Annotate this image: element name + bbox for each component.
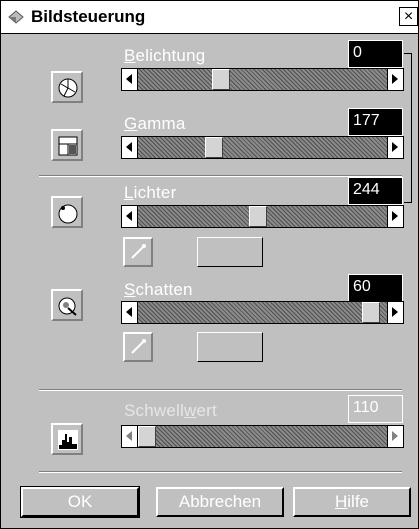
slider-left-arrow[interactable]	[122, 137, 138, 158]
cancel-button[interactable]: Abbrechen	[156, 487, 284, 517]
slider-left-arrow[interactable]	[122, 302, 138, 323]
close-button[interactable]: ×	[399, 7, 418, 26]
slider-right-arrow[interactable]	[387, 206, 403, 227]
slider-left-arrow[interactable]	[122, 426, 138, 447]
app-icon	[8, 10, 24, 24]
threshold-icon	[51, 423, 83, 455]
threshold-value-field[interactable]: 110	[348, 395, 403, 423]
threshold-label: Schwellwert	[124, 401, 217, 420]
highlight-icon	[51, 196, 83, 228]
separator	[39, 471, 402, 473]
image-control-dialog: Bildsteuerung × Belichtung 0 Gamma 177 L…	[0, 0, 419, 529]
help-button[interactable]: Hilfe	[293, 487, 411, 517]
window-title: Bildsteuerung	[31, 7, 146, 26]
exposure-label: Belichtung	[124, 46, 206, 65]
shadows-value-field[interactable]: 60	[348, 274, 403, 302]
highlights-value-field[interactable]: 244	[348, 177, 403, 205]
slider-thumb[interactable]	[211, 69, 230, 90]
exposure-icon	[51, 71, 83, 103]
gamma-icon	[51, 129, 83, 161]
gamma-slider[interactable]	[121, 136, 404, 159]
slider-right-arrow[interactable]	[387, 69, 403, 90]
slider-left-arrow[interactable]	[122, 69, 138, 90]
highlights-label: Lichter	[124, 183, 177, 202]
eyedropper-icon	[131, 339, 146, 354]
shadows-label: Schatten	[124, 280, 193, 299]
shadows-eyedropper-button[interactable]	[123, 332, 153, 362]
link-bracket	[404, 53, 412, 203]
slider-thumb[interactable]	[362, 302, 381, 323]
slider-right-arrow[interactable]	[387, 137, 403, 158]
highlights-color-swatch[interactable]	[197, 237, 263, 267]
exposure-slider[interactable]	[121, 68, 404, 91]
slider-left-arrow[interactable]	[122, 206, 138, 227]
threshold-slider[interactable]	[121, 425, 404, 448]
slider-thumb[interactable]	[138, 426, 156, 447]
shadow-icon	[51, 289, 83, 321]
slider-right-arrow[interactable]	[387, 302, 403, 323]
separator	[39, 389, 402, 391]
slider-thumb[interactable]	[204, 137, 223, 158]
slider-right-arrow[interactable]	[387, 426, 403, 447]
shadows-color-swatch[interactable]	[197, 332, 263, 362]
slider-thumb[interactable]	[248, 206, 267, 227]
shadows-slider[interactable]	[121, 301, 404, 324]
gamma-value-field[interactable]: 177	[348, 108, 403, 136]
title-bar: Bildsteuerung ×	[1, 1, 418, 34]
gamma-label: Gamma	[124, 114, 186, 133]
highlights-slider[interactable]	[121, 205, 404, 228]
exposure-value-field[interactable]: 0	[348, 40, 403, 68]
eyedropper-icon	[131, 244, 146, 259]
highlights-eyedropper-button[interactable]	[123, 237, 153, 267]
ok-button[interactable]: OK	[20, 486, 140, 518]
